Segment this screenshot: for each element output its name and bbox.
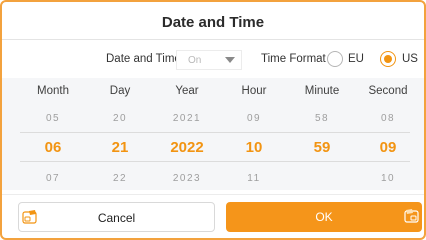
cancel-button[interactable]: Cancel xyxy=(18,202,215,232)
selected-value[interactable]: 2022 xyxy=(157,139,217,156)
next-value[interactable]: 07 xyxy=(23,173,83,184)
footer-divider xyxy=(2,194,424,195)
ok-button-label: OK xyxy=(315,210,333,224)
next-value[interactable]: 2023 xyxy=(157,173,217,184)
time-format-us-radio[interactable] xyxy=(380,51,396,67)
dialog-title: Date and Time xyxy=(161,14,265,31)
column-header: Hour xyxy=(241,85,267,97)
selection-line-bottom xyxy=(20,161,410,162)
selected-value[interactable]: 06 xyxy=(23,139,83,156)
cancel-button-label: Cancel xyxy=(97,211,136,225)
date-time-dropdown[interactable]: On xyxy=(176,50,242,70)
time-format-eu-radio[interactable] xyxy=(327,51,343,67)
date-time-picker: Month 05 06 07 Day 20 21 22 Year 2021 20… xyxy=(2,78,424,190)
next-value[interactable]: 10 xyxy=(358,173,418,184)
selection-line-top xyxy=(20,132,410,133)
column-header: Day xyxy=(109,85,131,97)
settings-row: Date and Time On Time Format EU US xyxy=(2,50,424,72)
previous-value[interactable]: 09 xyxy=(224,113,284,124)
selected-value[interactable]: 21 xyxy=(90,139,150,156)
previous-value[interactable]: 2021 xyxy=(157,113,217,124)
selected-value[interactable]: 09 xyxy=(358,139,418,156)
selected-value[interactable]: 10 xyxy=(224,139,284,156)
title-divider xyxy=(2,39,424,40)
time-format-eu-label[interactable]: EU xyxy=(348,53,364,65)
previous-value[interactable]: 20 xyxy=(90,113,150,124)
radio-selected-dot xyxy=(383,54,392,63)
date-time-dropdown-value: On xyxy=(188,55,202,66)
chevron-down-icon xyxy=(225,57,235,63)
date-time-dialog: Date and Time Date and Time On Time Form… xyxy=(0,0,426,240)
ok-button[interactable]: OK xyxy=(226,202,422,232)
next-value[interactable]: 22 xyxy=(90,173,150,184)
column-header: Minute xyxy=(304,85,340,97)
selected-value[interactable]: 59 xyxy=(292,139,352,156)
column-header: Second xyxy=(368,85,408,97)
date-time-label: Date and Time xyxy=(106,53,181,65)
previous-value[interactable]: 05 xyxy=(23,113,83,124)
column-header: Month xyxy=(37,85,69,97)
column-header: Year xyxy=(175,85,199,97)
time-format-us-label[interactable]: US xyxy=(402,53,418,65)
previous-value[interactable]: 58 xyxy=(292,113,352,124)
time-format-label: Time Format xyxy=(261,53,326,65)
next-value[interactable]: 11 xyxy=(224,173,284,184)
previous-value[interactable]: 08 xyxy=(358,113,418,124)
